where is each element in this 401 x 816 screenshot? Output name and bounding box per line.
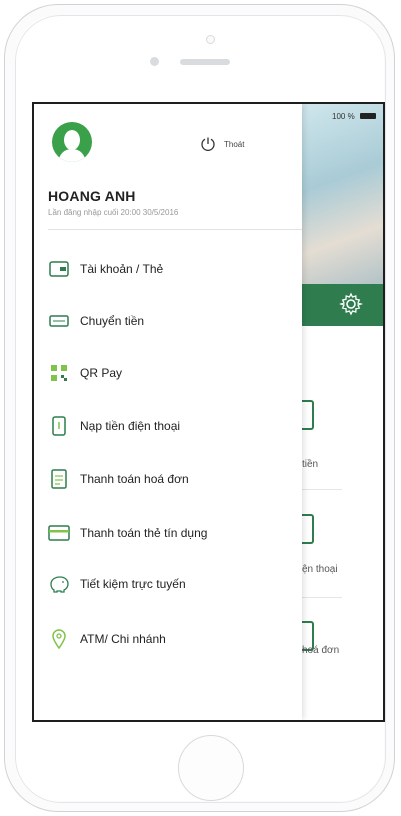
menu-item-bill-payment[interactable]: Thanh toán hoá đơn <box>48 464 298 494</box>
avatar[interactable] <box>52 122 92 162</box>
credit-card-icon <box>48 522 70 544</box>
shortcut-divider <box>302 489 342 490</box>
logout-button[interactable]: Thoát <box>200 136 244 152</box>
phone-screen: 100 % tiền ện thoại hoá đơn Thoát HOANG … <box>32 102 385 722</box>
side-drawer: Thoát HOANG ANH Lần đăng nhập cuối 20:00… <box>34 104 302 720</box>
menu-item-transfer[interactable]: Chuyển tiền <box>48 306 298 336</box>
shortcut-divider <box>302 597 342 598</box>
account-card-icon <box>48 258 70 280</box>
shortcut-label-topup: ện thoại <box>302 564 338 575</box>
phone-topup-icon <box>48 415 70 437</box>
user-avatar-icon <box>58 130 86 162</box>
shortcut-label-bill: hoá đơn <box>302 645 340 656</box>
piggy-bank-icon <box>48 573 70 595</box>
menu-label: Tiết kiệm trực tuyến <box>80 577 186 591</box>
power-icon <box>201 137 215 152</box>
earpiece-speaker <box>180 59 230 65</box>
menu-item-account-card[interactable]: Tài khoản / Thẻ <box>48 254 298 284</box>
menu-item-qr-pay[interactable]: QR Pay <box>48 358 298 388</box>
proximity-sensor <box>150 57 159 66</box>
settings-gear-icon[interactable] <box>339 292 363 316</box>
user-name: HOANG ANH <box>48 188 136 204</box>
shortcut-icon-transfer <box>302 400 314 430</box>
menu-item-credit-card-payment[interactable]: Thanh toán thẻ tín dụng <box>48 518 298 548</box>
shortcut-label-transfer: tiền <box>302 459 319 470</box>
logout-label: Thoát <box>224 139 245 149</box>
transfer-icon <box>48 310 70 332</box>
battery-percent: 100 % <box>332 112 355 121</box>
shortcut-icon-topup <box>302 514 314 544</box>
qr-icon <box>48 362 70 384</box>
menu-label: Nạp tiền điện thoại <box>80 419 181 433</box>
last-login-text: Lần đăng nhập cuối 20:00 30/5/2016 <box>48 208 179 217</box>
menu-label: Thanh toán thẻ tín dụng <box>80 526 208 540</box>
home-button[interactable] <box>178 735 244 801</box>
menu-label: ATM/ Chi nhánh <box>80 632 166 646</box>
menu-label: QR Pay <box>80 366 123 380</box>
bill-icon <box>48 468 70 490</box>
location-pin-icon <box>48 628 70 650</box>
menu-label: Tài khoản / Thẻ <box>80 262 164 276</box>
front-camera <box>206 35 215 44</box>
menu-item-atm-branch[interactable]: ATM/ Chi nhánh <box>48 624 298 654</box>
menu-item-online-savings[interactable]: Tiết kiệm trực tuyến <box>48 569 298 599</box>
battery-icon <box>360 113 376 119</box>
drawer-divider <box>48 229 302 230</box>
menu-item-phone-topup[interactable]: Nạp tiền điện thoại <box>48 411 298 441</box>
menu-label: Thanh toán hoá đơn <box>80 472 189 486</box>
menu-label: Chuyển tiền <box>80 314 145 328</box>
